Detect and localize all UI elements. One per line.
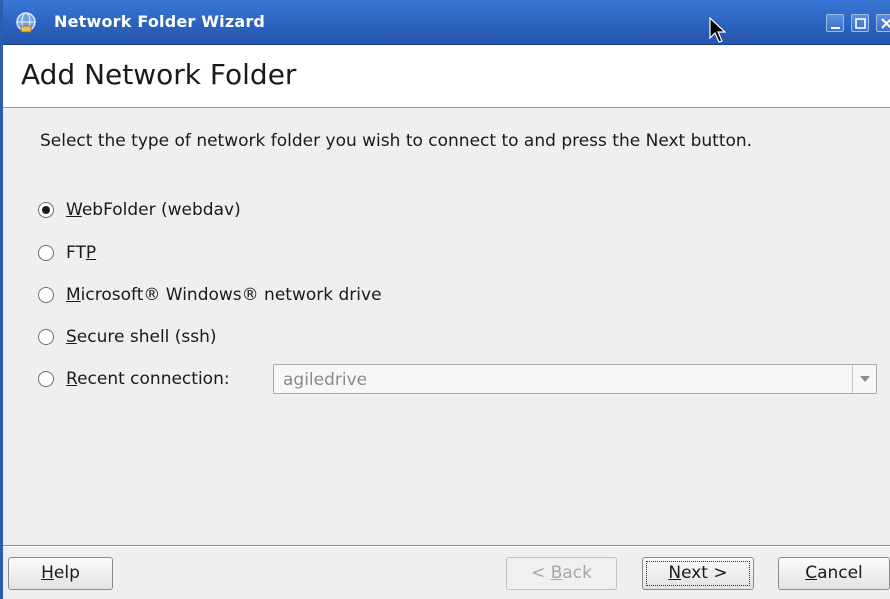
chevron-down-icon xyxy=(860,376,870,382)
radio-ssh[interactable] xyxy=(38,329,54,345)
recent-connection-combo[interactable]: agiledrive xyxy=(273,364,877,394)
combo-dropdown-button[interactable] xyxy=(852,365,876,393)
option-webfolder[interactable]: WebFolder (webdav) xyxy=(38,198,241,222)
radio-webfolder[interactable] xyxy=(38,202,54,218)
wizard-content: Select the type of network folder you wi… xyxy=(3,108,890,545)
radio-recent-connection[interactable] xyxy=(38,371,54,387)
wizard-header: Add Network Folder xyxy=(3,45,890,107)
help-button[interactable]: Help xyxy=(8,557,113,590)
option-ssh[interactable]: Secure shell (ssh) xyxy=(38,325,217,349)
cancel-button[interactable]: Cancel xyxy=(778,557,890,590)
page-title: Add Network Folder xyxy=(21,58,297,91)
maximize-button[interactable] xyxy=(851,14,869,32)
minimize-icon xyxy=(831,27,840,29)
mouse-pointer-icon xyxy=(709,16,729,45)
instruction-text: Select the type of network folder you wi… xyxy=(40,131,753,151)
close-icon xyxy=(881,18,890,29)
option-windows-drive-label: Microsoft® Windows® network drive xyxy=(66,285,382,305)
radio-ftp[interactable] xyxy=(38,245,54,261)
focus-ring xyxy=(646,561,750,586)
maximize-icon xyxy=(855,18,866,29)
close-button[interactable] xyxy=(876,14,890,32)
option-ftp[interactable]: FTP xyxy=(38,241,96,265)
window-title: Network Folder Wizard xyxy=(54,12,266,31)
radio-windows-drive[interactable] xyxy=(38,287,54,303)
back-button[interactable]: < Back xyxy=(506,557,617,590)
option-recent-connection-label: Recent connection: xyxy=(66,369,230,389)
footer-divider-highlight xyxy=(3,546,890,547)
next-button[interactable]: Next > xyxy=(642,557,754,590)
option-webfolder-label: WebFolder (webdav) xyxy=(66,200,241,220)
option-ssh-label: Secure shell (ssh) xyxy=(66,327,217,347)
wizard-window: Network Folder Wizard Add Network Folder… xyxy=(0,0,890,599)
option-ftp-label: FTP xyxy=(66,243,97,263)
minimize-button[interactable] xyxy=(826,14,844,32)
network-folder-icon xyxy=(13,9,39,35)
option-windows-drive[interactable]: Microsoft® Windows® network drive xyxy=(38,283,382,307)
option-recent-connection[interactable]: Recent connection: xyxy=(38,367,230,391)
recent-connection-value: agiledrive xyxy=(283,370,368,390)
title-bar[interactable]: Network Folder Wizard xyxy=(3,0,890,45)
